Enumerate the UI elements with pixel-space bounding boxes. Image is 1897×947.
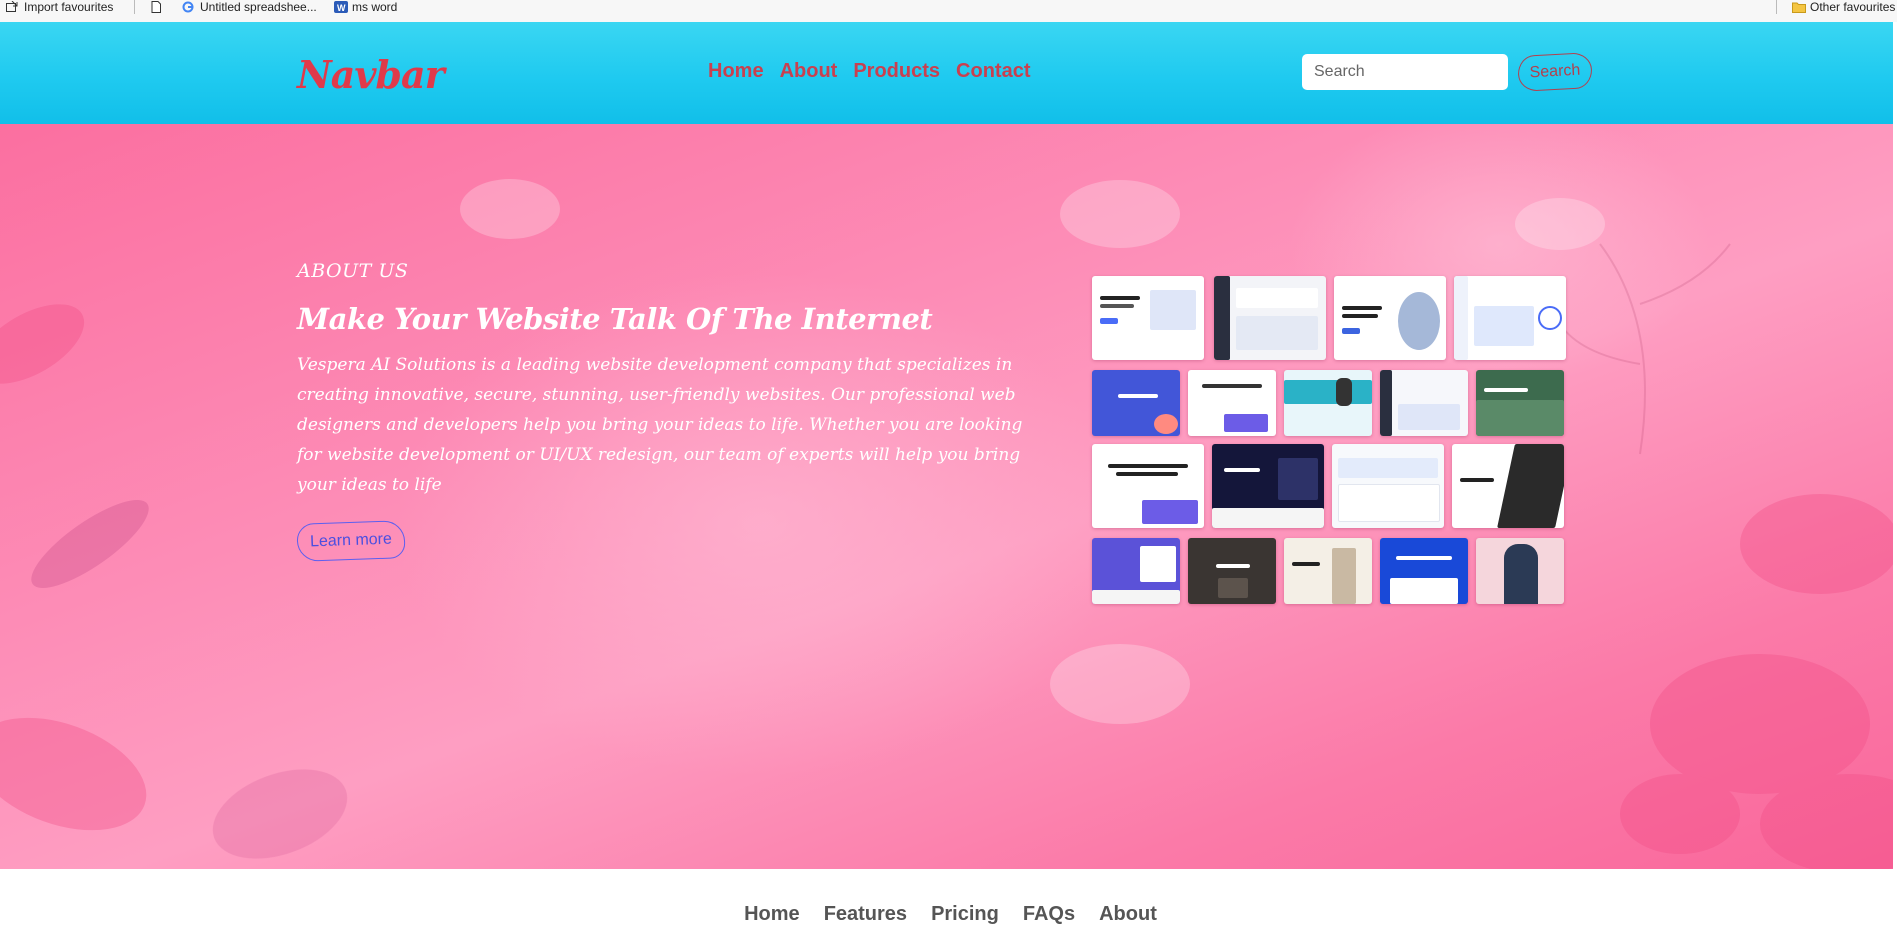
thumbnail: [1476, 370, 1564, 436]
thumbnail: [1476, 538, 1564, 604]
search-button[interactable]: Search: [1517, 52, 1593, 92]
thumbnail: [1454, 276, 1566, 360]
bookmarks-bar: Import favourites Untitled spreadshee...…: [0, 0, 1897, 22]
thumbnail: [1284, 370, 1372, 436]
thumbnail: [1188, 370, 1276, 436]
hero-description: Vespera AI Solutions is a leading websit…: [297, 355, 1023, 495]
bookmark-label: Import favourites: [24, 0, 114, 14]
thumbnail: [1212, 444, 1324, 528]
thumbnail: [1332, 444, 1444, 528]
folder-icon: [1792, 1, 1806, 13]
footer-link-features[interactable]: Features: [816, 903, 907, 926]
bookmark-divider: [134, 0, 135, 14]
thumbnail: [1092, 444, 1204, 528]
learn-more-button[interactable]: Learn more: [296, 520, 406, 562]
nav-link-contact[interactable]: Contact: [956, 60, 1030, 83]
nav-link-home[interactable]: Home: [708, 60, 764, 83]
bookmark-page[interactable]: [150, 0, 162, 14]
bookmark-untitled-spreadsheet[interactable]: Untitled spreadshee...: [182, 0, 317, 14]
website-thumbnail-collage: [1092, 276, 1568, 611]
thumbnail: [1380, 370, 1468, 436]
thumbnail: [1380, 538, 1468, 604]
bookmark-divider: [1776, 0, 1777, 14]
top-navbar: Navbar Home About Products Contact Searc…: [0, 22, 1893, 124]
bookmark-ms-word[interactable]: W ms word: [334, 0, 397, 14]
hero-eyebrow: ABOUT US: [297, 260, 409, 282]
thumbnail: [1092, 538, 1180, 604]
thumbnail: [1188, 538, 1276, 604]
google-icon: [182, 1, 194, 13]
thumbnail: [1214, 276, 1326, 360]
nav-link-about[interactable]: About: [780, 60, 838, 83]
search-input[interactable]: [1302, 54, 1508, 90]
footer-link-about[interactable]: About: [1091, 903, 1157, 926]
footer-nav: Home Features Pricing FAQs About: [0, 903, 1893, 926]
thumbnail: [1092, 276, 1204, 360]
bookmark-import-favourites[interactable]: Import favourites: [6, 0, 113, 14]
thumbnail: [1452, 444, 1564, 528]
bookmark-label: Other favourites: [1810, 0, 1896, 14]
footer-link-pricing[interactable]: Pricing: [923, 903, 999, 926]
bookmark-label: Untitled spreadshee...: [200, 0, 317, 14]
thumbnail: [1284, 538, 1372, 604]
word-icon: W: [334, 1, 348, 13]
bookmark-label: ms word: [352, 0, 398, 14]
thumbnail: [1092, 370, 1180, 436]
page-icon: [150, 1, 162, 13]
hero-text-block: ABOUT US Make Your Website Talk Of The I…: [296, 260, 1047, 562]
brand-logo[interactable]: Navbar: [297, 52, 445, 97]
hero-section: ABOUT US Make Your Website Talk Of The I…: [0, 124, 1893, 869]
nav-link-products[interactable]: Products: [853, 60, 940, 83]
svg-text:W: W: [337, 3, 346, 13]
bookmark-other-favourites[interactable]: Other favourites: [1792, 0, 1895, 14]
hero-headline: Make Your Website Talk Of The Internet: [297, 302, 933, 336]
footer-link-home[interactable]: Home: [736, 903, 800, 926]
footer-link-faqs[interactable]: FAQs: [1015, 903, 1075, 926]
main-nav: Home About Products Contact: [708, 60, 1030, 83]
thumbnail: [1334, 276, 1446, 360]
import-icon: [6, 0, 18, 13]
